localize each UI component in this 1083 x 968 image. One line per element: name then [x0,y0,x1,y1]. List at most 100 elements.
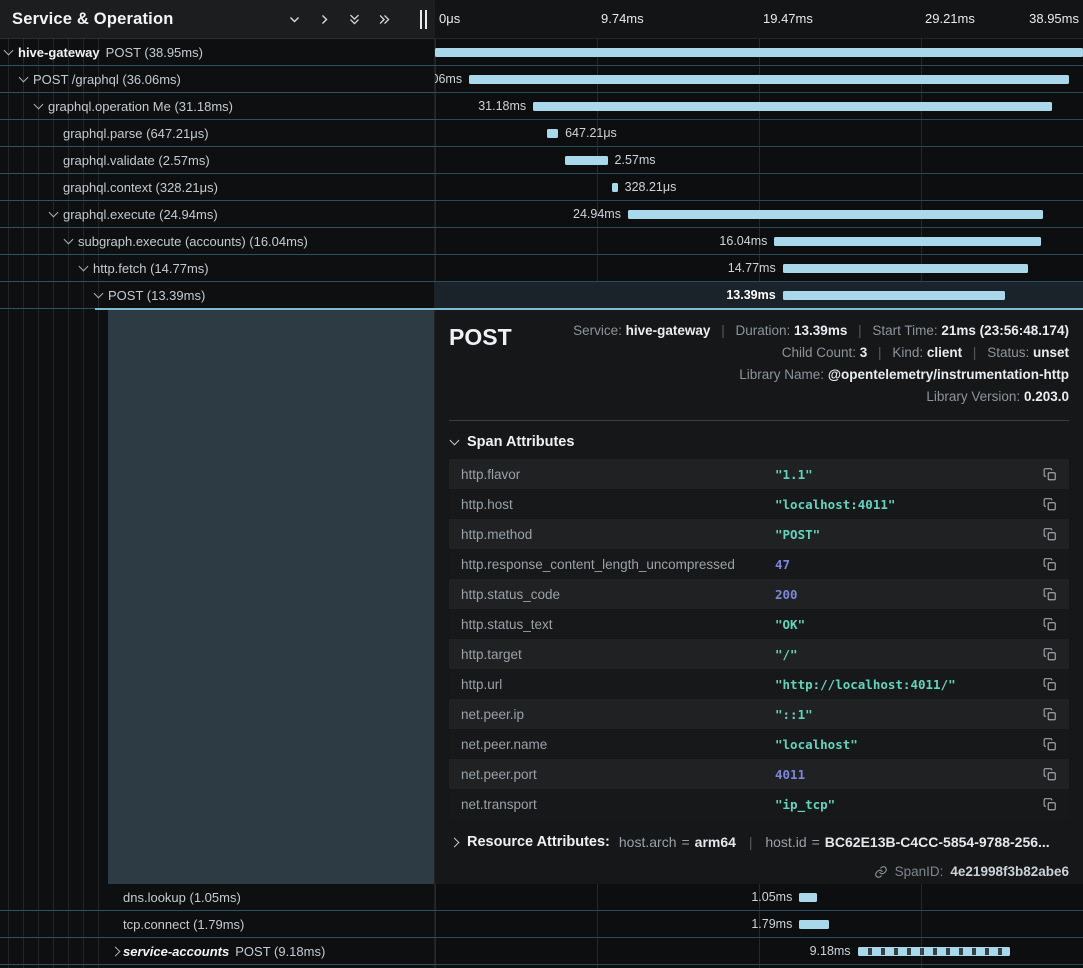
attribute-row: net.peer.ip "::1" [449,699,1069,729]
attribute-key: http.status_text [461,617,775,632]
attribute-row: net.transport "ip_tcp" [449,789,1069,819]
span-bar[interactable] [774,237,1041,246]
tree-row-graphql-execute[interactable]: graphql.execute (24.94ms) [0,201,435,228]
waterfall-row: 14.77ms [435,255,1083,282]
chevron-down-icon[interactable] [49,208,59,218]
tree-row-graphql-parse[interactable]: graphql.parse (647.21μs) [0,120,435,147]
copy-icon[interactable] [1043,707,1057,722]
span-bar[interactable] [783,291,1006,300]
operation-label: POST (13.39ms) [108,288,205,303]
span-bar-collapsed[interactable] [858,947,1011,956]
tick-label: 19.47ms [763,11,813,26]
tree-row-graphql-operation[interactable]: graphql.operation Me (31.18ms) [0,93,435,120]
resource-attributes-toggle[interactable]: Resource Attributes: host.arch=arm64 | h… [451,834,1069,850]
copy-icon[interactable] [1043,767,1057,782]
copy-icon[interactable] [1043,647,1057,662]
attribute-key: http.target [461,647,775,662]
tree-row-http-fetch[interactable]: http.fetch (14.77ms) [0,255,435,282]
child-count-value: 3 [860,345,868,360]
chevron-down-icon[interactable] [4,46,14,56]
operation-label: dns.lookup (1.05ms) [123,890,241,905]
tree-row-dns-lookup[interactable]: dns.lookup (1.05ms) [0,884,435,911]
span-bar[interactable] [628,210,1043,219]
copy-icon[interactable] [1043,497,1057,512]
duration-label: 1.79ms [751,917,799,931]
copy-icon[interactable] [1043,557,1057,572]
span-bar[interactable] [469,75,1069,84]
kind-value: client [927,345,962,360]
chevron-right-icon[interactable] [318,13,331,26]
attribute-key: http.response_content_length_uncompresse… [461,557,775,572]
tree-row-hive-gateway[interactable]: hive-gateway POST (38.95ms) [0,39,435,66]
span-bar[interactable] [799,893,816,902]
attribute-key: net.transport [461,797,775,812]
span-bar[interactable] [547,129,558,138]
divider [449,420,1069,421]
chevron-down-icon[interactable] [79,262,89,272]
duration-label: 13.39ms [726,288,782,302]
copy-icon[interactable] [1043,467,1057,482]
copy-icon[interactable] [1043,737,1057,752]
attribute-row: http.response_content_length_uncompresse… [449,549,1069,579]
attribute-key: http.url [461,677,775,692]
link-icon[interactable] [874,865,888,879]
copy-icon[interactable] [1043,677,1057,692]
tree-row-graphql-validate[interactable]: graphql.validate (2.57ms) [0,147,435,174]
span-bar[interactable] [783,264,1029,273]
tree-row-post-selected[interactable]: POST (13.39ms) [0,282,435,309]
chevron-down-icon[interactable] [64,235,74,245]
attribute-value: "http://localhost:4011/" [775,677,956,692]
copy-icon[interactable] [1043,527,1057,542]
copy-icon[interactable] [1043,797,1057,812]
attribute-row: http.host "localhost:4011" [449,489,1069,519]
attribute-row: http.url "http://localhost:4011/" [449,669,1069,699]
tree-row-service-accounts[interactable]: service-accounts POST (9.18ms) [0,938,435,965]
span-bar[interactable] [799,920,829,929]
tick-label: 0μs [439,11,460,26]
chevron-down-icon[interactable] [288,13,301,26]
timeline-ruler: 0μs 9.74ms 19.47ms 29.21ms 38.95ms [435,0,1083,39]
span-detail-panel: POST Service: hive-gateway | Duration: 1… [435,309,1083,884]
waterfall-row: 24.94ms [435,201,1083,228]
tree-row-tcp-connect[interactable]: tcp.connect (1.79ms) [0,911,435,938]
resource-key: host.id [765,834,806,850]
attribute-value: 4011 [775,767,805,782]
panel-resizer[interactable] [420,10,432,29]
tick-label: 9.74ms [601,11,644,26]
attribute-value: "localhost" [775,737,858,752]
duration-label: Duration: [735,323,790,338]
operation-label: graphql.validate (2.57ms) [63,153,210,168]
operation-label: POST (9.18ms) [235,944,325,959]
chevron-right-icon[interactable] [111,946,121,956]
attribute-value: "::1" [775,707,813,722]
collapse-all-icon[interactable] [348,13,361,26]
duration-label: 2.57ms [608,153,656,167]
span-tree-panel: hive-gateway POST (38.95ms) POST /graphq… [0,0,435,968]
span-attributes-toggle[interactable]: Span Attributes [451,434,1069,450]
chevron-down-icon[interactable] [19,73,29,83]
attribute-row: http.method "POST" [449,519,1069,549]
chevron-down-icon[interactable] [34,100,44,110]
span-bar[interactable] [435,48,1083,57]
expand-all-icon[interactable] [378,13,391,26]
duration-label: 16.04ms [719,234,774,248]
attribute-value: "localhost:4011" [775,497,895,512]
copy-icon[interactable] [1043,587,1057,602]
attribute-key: http.method [461,527,775,542]
status-value: unset [1033,345,1069,360]
chevron-down-icon[interactable] [94,289,104,299]
span-bar[interactable] [565,156,608,165]
waterfall-row: 16.04ms [435,228,1083,255]
tick-label: 38.95ms [1029,11,1079,26]
tree-row-graphql-context[interactable]: graphql.context (328.21μs) [0,174,435,201]
span-id-label: SpanID: [895,864,944,879]
copy-icon[interactable] [1043,617,1057,632]
duration-value: 13.39ms [794,323,847,338]
span-bar[interactable] [533,102,1052,111]
tree-row-subgraph-execute[interactable]: subgraph.execute (accounts) (16.04ms) [0,228,435,255]
waterfall-row: 647.21μs [435,120,1083,147]
attributes-table: http.flavor "1.1" http.host "localhost:4… [449,459,1069,819]
tree-row-post-graphql[interactable]: POST /graphql (36.06ms) [0,66,435,93]
attribute-key: http.flavor [461,467,775,482]
library-version-value: 0.203.0 [1024,389,1069,404]
